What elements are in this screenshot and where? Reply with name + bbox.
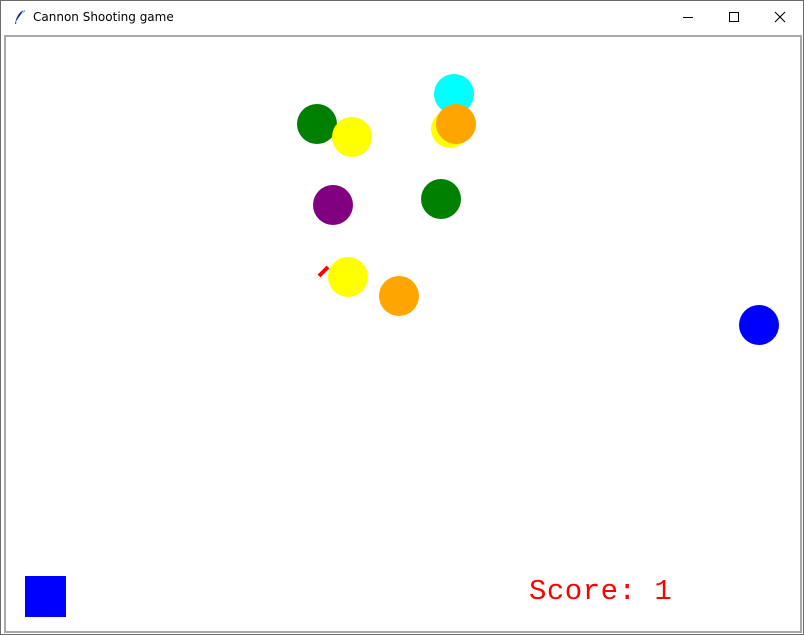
- score-label: Score: 1: [529, 575, 673, 608]
- game-scene: [25, 74, 779, 617]
- player-cannon-block[interactable]: [25, 576, 66, 617]
- window-title: Cannon Shooting game: [33, 10, 174, 24]
- cannon-gun: [317, 265, 330, 278]
- target-ball: [313, 185, 353, 225]
- minimize-icon: [683, 17, 693, 18]
- close-button[interactable]: [757, 1, 803, 33]
- maximize-button[interactable]: [711, 1, 757, 33]
- target-ball: [297, 104, 337, 144]
- target-ball: [436, 104, 476, 144]
- game-canvas[interactable]: Score: 1: [4, 35, 802, 633]
- game-window: Cannon Shooting game Score: 1: [0, 0, 804, 635]
- feather-icon: [9, 7, 31, 27]
- target-ball: [332, 117, 372, 157]
- minimize-button[interactable]: [665, 1, 711, 33]
- target-ball: [739, 305, 779, 345]
- maximize-icon: [729, 12, 739, 22]
- title-bar[interactable]: Cannon Shooting game: [1, 1, 803, 33]
- target-ball: [328, 257, 368, 297]
- close-icon: [774, 11, 786, 23]
- target-ball: [379, 276, 419, 316]
- target-ball: [421, 179, 461, 219]
